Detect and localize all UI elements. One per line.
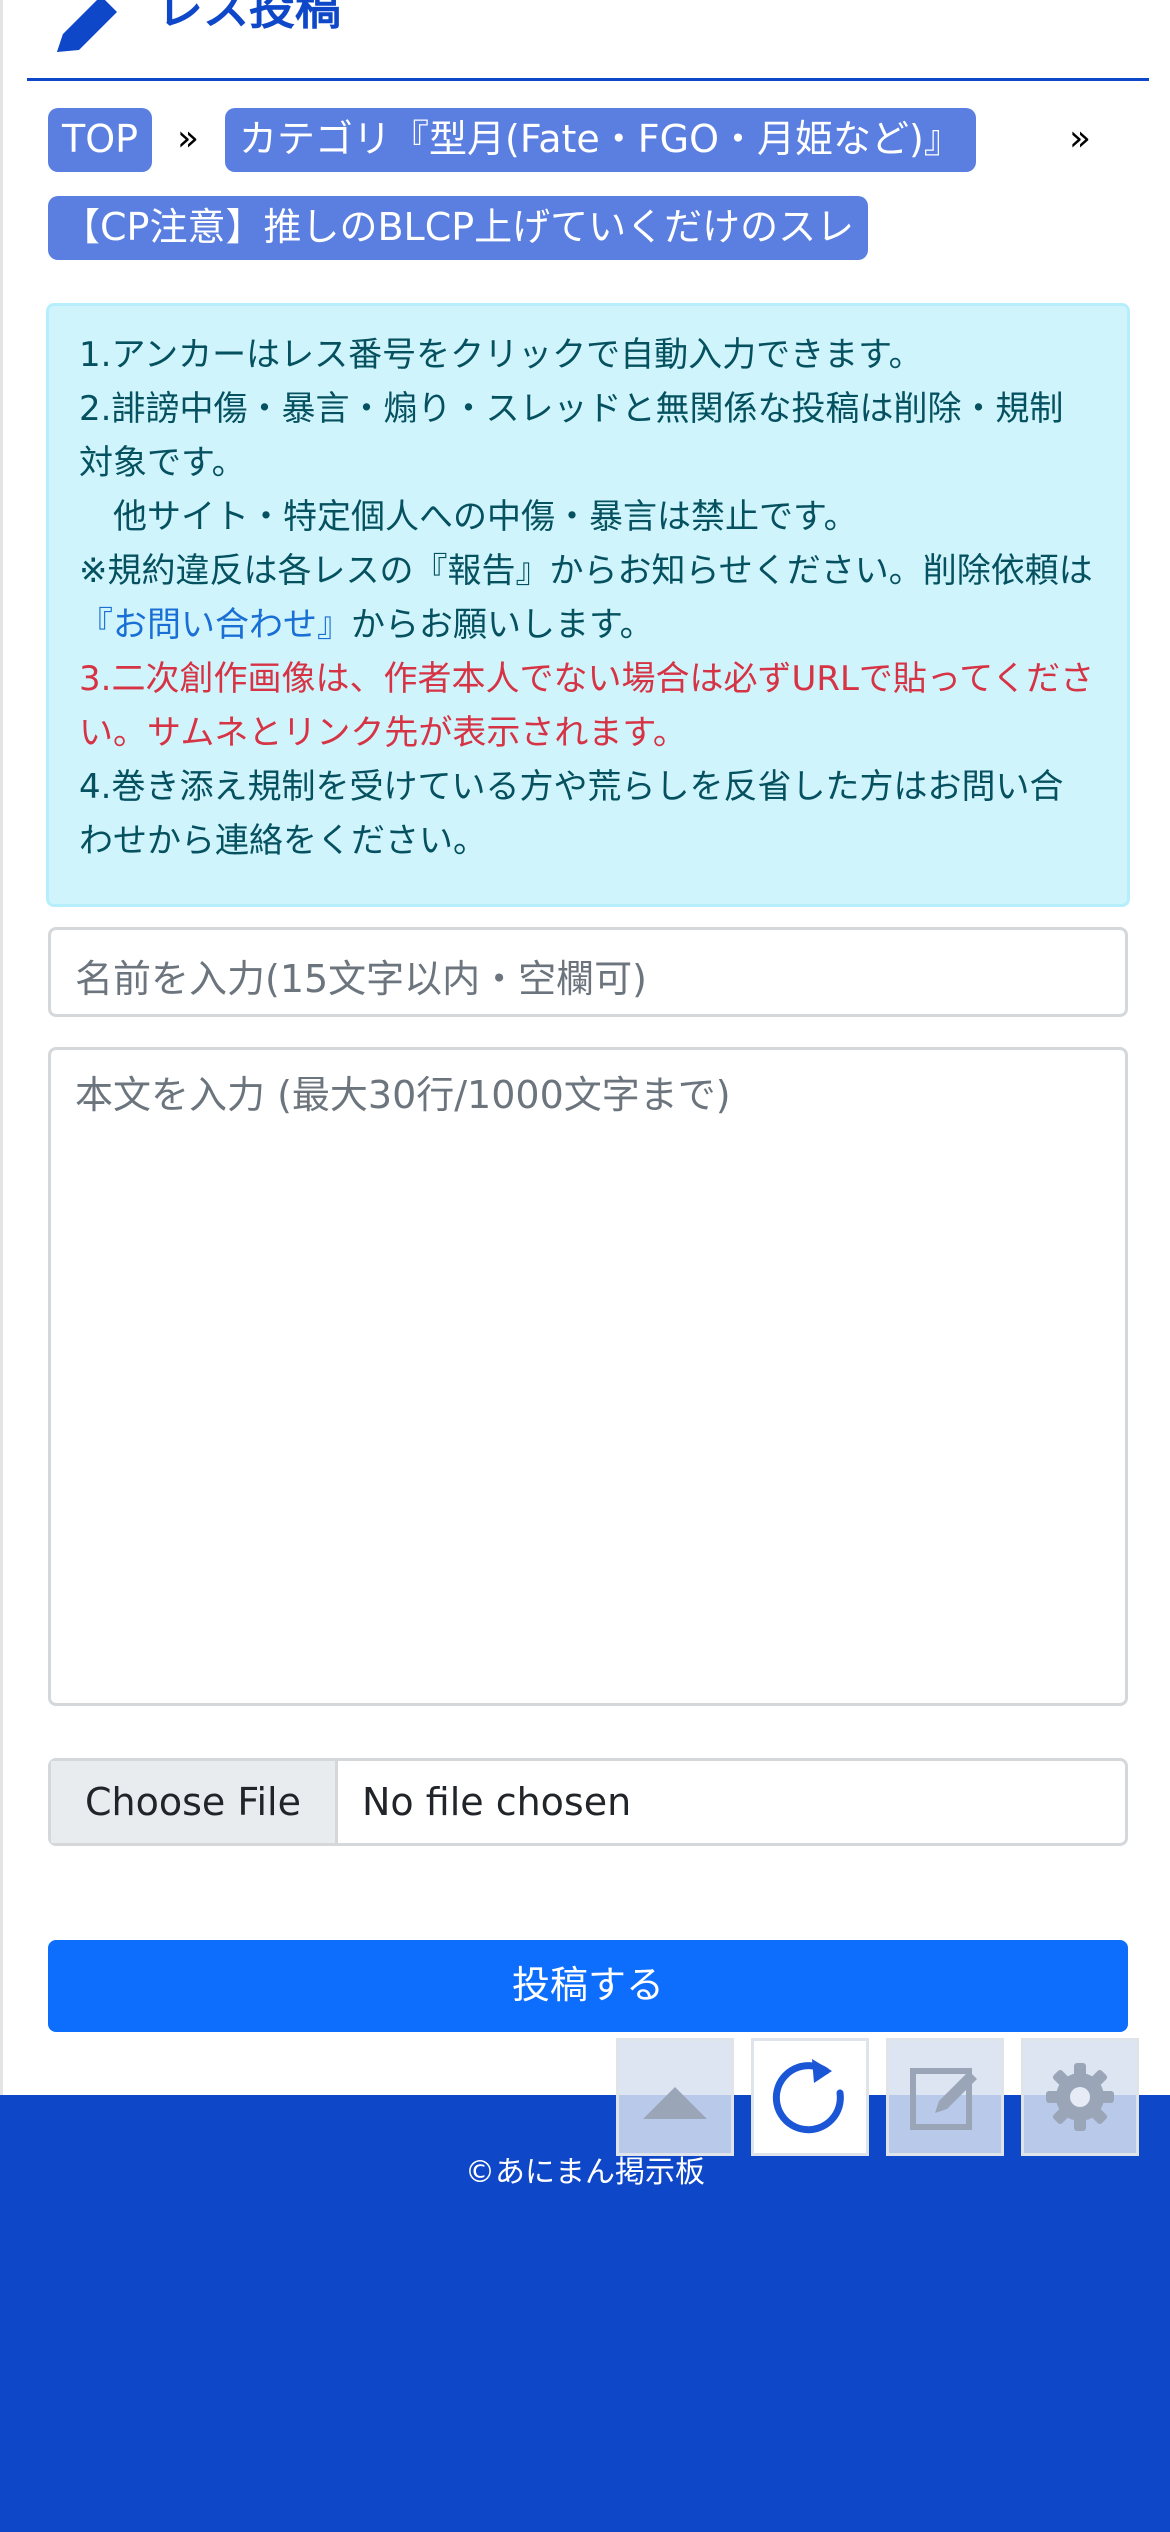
notice-line: 1.アンカーはレス番号をクリックで自動入力できます。 bbox=[79, 335, 923, 375]
pencil-icon bbox=[57, 0, 117, 52]
file-status: No file chosen bbox=[362, 1780, 632, 1824]
notice-line: ※規約違反は各レスの『報告』からお知らせください。削除依頼は『お問い合わせ』から… bbox=[79, 544, 1097, 652]
write-button[interactable] bbox=[886, 2038, 1004, 2156]
breadcrumb-separator: » bbox=[177, 118, 200, 159]
file-input[interactable]: Choose File No file chosen bbox=[48, 1758, 1128, 1846]
gear-icon bbox=[1046, 2063, 1114, 2131]
name-input[interactable]: 名前を入力(15文字以内・空欄可) bbox=[48, 927, 1128, 1017]
reload-icon bbox=[772, 2059, 844, 2134]
notice-text: ※規約違反は各レスの『報告』からお知らせください。削除依頼は bbox=[79, 551, 1093, 591]
breadcrumb-top-link[interactable]: TOP bbox=[48, 108, 153, 172]
contact-link[interactable]: 『お問い合わせ』 bbox=[79, 605, 351, 645]
breadcrumb-thread-link[interactable]: 【CP注意】推しのBLCP上げていくだけのスレ bbox=[48, 196, 869, 260]
name-input-placeholder: 名前を入力(15文字以内・空欄可) bbox=[75, 957, 648, 1001]
page: レス投稿 TOP » カテゴリ『型月(Fate・FGO・月姫など)』 » 【CP… bbox=[0, 0, 1170, 2095]
breadcrumb-separator: » bbox=[1069, 118, 1092, 159]
breadcrumb-category-link[interactable]: カテゴリ『型月(Fate・FGO・月姫など)』 bbox=[225, 108, 976, 172]
body-textarea[interactable]: 本文を入力 (最大30行/1000文字まで) bbox=[48, 1047, 1128, 1706]
choose-file-button[interactable]: Choose File bbox=[51, 1761, 338, 1843]
footer: ©あにまん掲示板 bbox=[0, 2095, 1170, 2532]
settings-button[interactable] bbox=[1021, 2038, 1139, 2156]
reload-button[interactable] bbox=[751, 2038, 869, 2156]
notice-line: 4.巻き添え規制を受けている方や荒らしを反省した方はお問い合わせから連絡をくださ… bbox=[79, 767, 1064, 861]
notice-warning-line: 3.二次創作画像は、作者本人でない場合は必ずURLで貼ってください。サムネとリン… bbox=[79, 659, 1095, 753]
page-header: レス投稿 bbox=[27, 0, 1149, 81]
posting-rules-notice: 1.アンカーはレス番号をクリックで自動入力できます。 2.誹謗中傷・暴言・煽り・… bbox=[46, 303, 1130, 907]
triangle-up-icon bbox=[643, 2087, 707, 2119]
page-title: レス投稿 bbox=[157, 0, 341, 35]
notice-line: 2.誹謗中傷・暴言・煽り・スレッドと無関係な投稿は削除・規制対象です。 bbox=[79, 389, 1064, 483]
body-textarea-placeholder: 本文を入力 (最大30行/1000文字まで) bbox=[75, 1073, 731, 1117]
notice-text: からお願いします。 bbox=[351, 605, 654, 645]
pencil-square-icon bbox=[910, 2068, 977, 2130]
scroll-top-button[interactable] bbox=[616, 2038, 734, 2156]
submit-button[interactable]: 投稿する bbox=[48, 1940, 1128, 2032]
notice-line: 他サイト・特定個人への中傷・暴言は禁止です。 bbox=[79, 497, 858, 537]
